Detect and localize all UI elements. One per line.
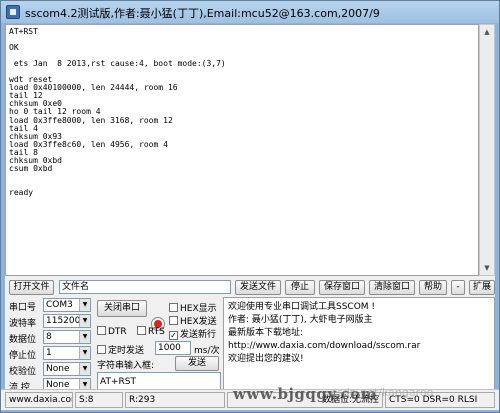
info-panel: 欢迎使用专业串口调试工具SSCOM ! 作者: 聂小猛(丁丁), 大虾电子网版主… xyxy=(223,297,495,393)
hex-display-checkbox[interactable]: HEX显示 xyxy=(169,301,217,314)
interval-unit: ms/次 xyxy=(194,346,220,356)
info-line-3: 最新版本下载地址: xyxy=(228,328,304,338)
chevron-down-icon[interactable]: ▼ xyxy=(79,315,90,327)
rts-checkbox[interactable]: RTS xyxy=(137,326,165,337)
file-name-input[interactable]: 文件名 xyxy=(59,280,231,294)
baud-value: 115200 xyxy=(46,316,81,326)
open-file-button[interactable]: 打开文件 xyxy=(9,280,54,295)
app-icon xyxy=(6,5,20,19)
hex-display-label: HEX显示 xyxy=(180,304,217,314)
file-toolbar: 打开文件 文件名 发送文件 停止 保存窗口 清除窗口 帮助 - 扩展 xyxy=(9,280,495,296)
checkmark-icon[interactable]: ✓ xyxy=(169,331,178,340)
databits-label: 数据位 xyxy=(9,335,37,345)
receive-terminal[interactable]: AT+RST OK ets Jan 8 2013,rst cause:4, bo… xyxy=(5,24,479,276)
app-window: sscom4.2测试版,作者:聂小猛(丁丁),Email:mcu52@163.c… xyxy=(0,0,500,413)
dtr-label: DTR xyxy=(108,327,127,337)
timed-send-checkbox[interactable]: 定时发送 xyxy=(97,343,144,356)
checkbox-icon[interactable] xyxy=(97,345,106,354)
port-select[interactable]: COM3 ▼ xyxy=(43,298,91,312)
close-port-button[interactable]: 关闭串口 xyxy=(97,300,147,317)
save-window-button[interactable]: 保存窗口 xyxy=(319,280,365,295)
send-newline-checkbox[interactable]: ✓ 发送新行 xyxy=(169,327,216,340)
checkbox-icon[interactable] xyxy=(169,316,178,325)
info-line-1: 欢迎使用专业串口调试工具SSCOM ! xyxy=(228,302,376,312)
faint-watermark: csdn.net/kangaroo xyxy=(331,386,434,399)
databits-value: 8 xyxy=(46,332,52,342)
chevron-down-icon[interactable]: ▼ xyxy=(79,347,90,359)
checkbox-icon[interactable] xyxy=(169,303,178,312)
collapse-button[interactable]: - xyxy=(451,280,465,295)
info-line-2: 作者: 聂小猛(丁丁), 大虾电子网版主 xyxy=(228,315,373,325)
hex-send-label: HEX发送 xyxy=(180,317,217,327)
stopbits-value: 1 xyxy=(46,348,52,358)
databits-select[interactable]: 8 ▼ xyxy=(43,330,91,344)
checkbox-icon[interactable] xyxy=(97,326,106,335)
rts-label: RTS xyxy=(148,327,165,337)
parity-value: None xyxy=(46,364,70,374)
status-received: R:293 xyxy=(125,392,225,408)
title-bar[interactable]: sscom4.2测试版,作者:聂小猛(丁丁),Email:mcu52@163.c… xyxy=(1,1,499,23)
parity-select[interactable]: None ▼ xyxy=(43,362,91,376)
send-button[interactable]: 发送 xyxy=(175,356,219,371)
dtr-checkbox[interactable]: DTR xyxy=(97,326,127,337)
help-button[interactable]: 帮助 xyxy=(419,280,447,295)
string-input-label: 字符串输入框: xyxy=(97,361,155,371)
chevron-down-icon[interactable]: ▼ xyxy=(79,299,90,311)
info-line-5: 欢迎提出您的建议! xyxy=(228,354,304,364)
baud-select[interactable]: 115200 ▼ xyxy=(43,314,91,328)
terminal-scrollbar[interactable]: ▲ ▼ xyxy=(479,24,495,276)
send-file-button[interactable]: 发送文件 xyxy=(235,280,281,295)
baud-label: 波特率 xyxy=(9,319,37,329)
stopbits-label: 停止位 xyxy=(9,351,37,361)
parity-label: 校验位 xyxy=(9,367,37,377)
chevron-down-icon[interactable]: ▼ xyxy=(79,363,90,375)
chevron-down-icon[interactable]: ▼ xyxy=(79,331,90,343)
scroll-down-icon[interactable]: ▼ xyxy=(480,261,494,275)
terminal-text: AT+RST OK ets Jan 8 2013,rst cause:4, bo… xyxy=(9,27,226,197)
status-site: www.daxia.cor xyxy=(5,392,73,408)
scroll-up-icon[interactable]: ▲ xyxy=(480,25,494,39)
send-newline-label: 发送新行 xyxy=(180,330,217,340)
client-area: AT+RST OK ets Jan 8 2013,rst cause:4, bo… xyxy=(5,24,495,409)
port-value: COM3 xyxy=(46,300,73,310)
stop-button[interactable]: 停止 xyxy=(285,280,315,295)
interval-input[interactable]: 1000 xyxy=(155,341,191,355)
expand-button[interactable]: 扩展 xyxy=(469,280,495,295)
status-sent: S:8 xyxy=(75,392,123,408)
download-link[interactable]: http://www.daxia.com/download/sscom.rar xyxy=(228,340,490,353)
checkbox-icon[interactable] xyxy=(137,326,146,335)
port-label: 串口号 xyxy=(9,303,37,313)
window-title: sscom4.2测试版,作者:聂小猛(丁丁),Email:mcu52@163.c… xyxy=(25,7,380,20)
hex-send-checkbox[interactable]: HEX发送 xyxy=(169,314,217,327)
clear-window-button[interactable]: 清除窗口 xyxy=(369,280,415,295)
stopbits-select[interactable]: 1 ▼ xyxy=(43,346,91,360)
timed-send-label: 定时发送 xyxy=(108,346,145,356)
